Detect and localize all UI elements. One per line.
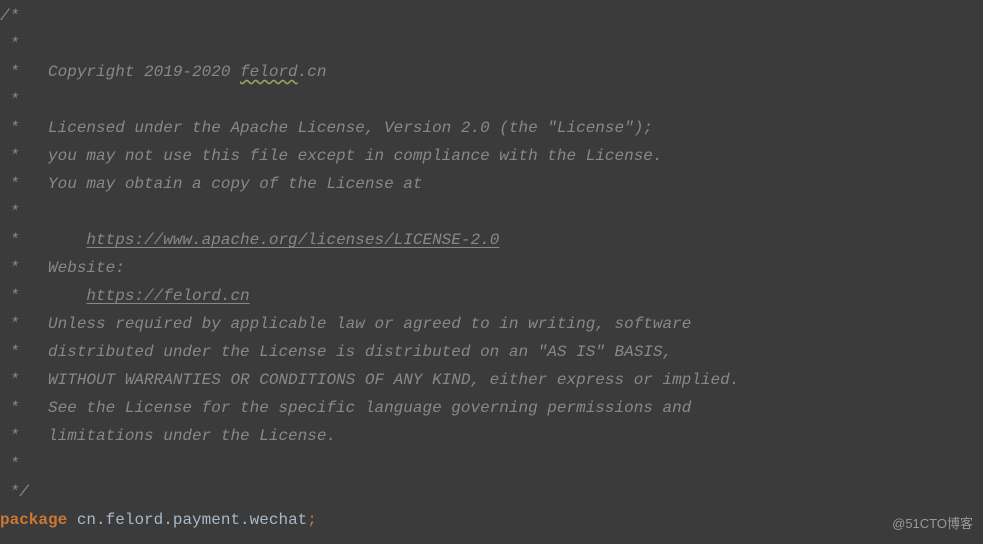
comment-text: * Copyright 2019-2020 [0, 63, 240, 81]
comment-text: * [0, 231, 86, 249]
comment-line: * https://www.apache.org/licenses/LICENS… [0, 226, 983, 254]
typo-underline: felord [240, 63, 298, 81]
comment-line: * WITHOUT WARRANTIES OR CONDITIONS OF AN… [0, 366, 983, 394]
comment-line: * [0, 86, 983, 114]
comment-text: * [0, 287, 86, 305]
comment-line: * https://felord.cn [0, 282, 983, 310]
comment-line: * [0, 450, 983, 478]
package-declaration: package cn.felord.payment.wechat; [0, 506, 983, 534]
url-link[interactable]: https://felord.cn [86, 287, 249, 305]
comment-line: * [0, 198, 983, 226]
comment-line: /* [0, 2, 983, 30]
package-space [67, 511, 77, 529]
watermark: @51CTO博客 [892, 513, 973, 536]
url-link[interactable]: https://www.apache.org/licenses/LICENSE-… [86, 231, 499, 249]
comment-text: .cn [298, 63, 327, 81]
comment-line: * Copyright 2019-2020 felord.cn [0, 58, 983, 86]
comment-line: */ [0, 478, 983, 506]
code-editor-view: /* * * Copyright 2019-2020 felord.cn * *… [0, 0, 983, 534]
comment-line: * See the License for the specific langu… [0, 394, 983, 422]
keyword-package: package [0, 511, 67, 529]
comment-line: * you may not use this file except in co… [0, 142, 983, 170]
comment-line: * Unless required by applicable law or a… [0, 310, 983, 338]
semicolon: ; [307, 511, 317, 529]
comment-line: * You may obtain a copy of the License a… [0, 170, 983, 198]
package-name: cn.felord.payment.wechat [77, 511, 307, 529]
comment-line: * [0, 30, 983, 58]
comment-line: * distributed under the License is distr… [0, 338, 983, 366]
comment-line: * limitations under the License. [0, 422, 983, 450]
comment-line: * Licensed under the Apache License, Ver… [0, 114, 983, 142]
comment-line: * Website: [0, 254, 983, 282]
